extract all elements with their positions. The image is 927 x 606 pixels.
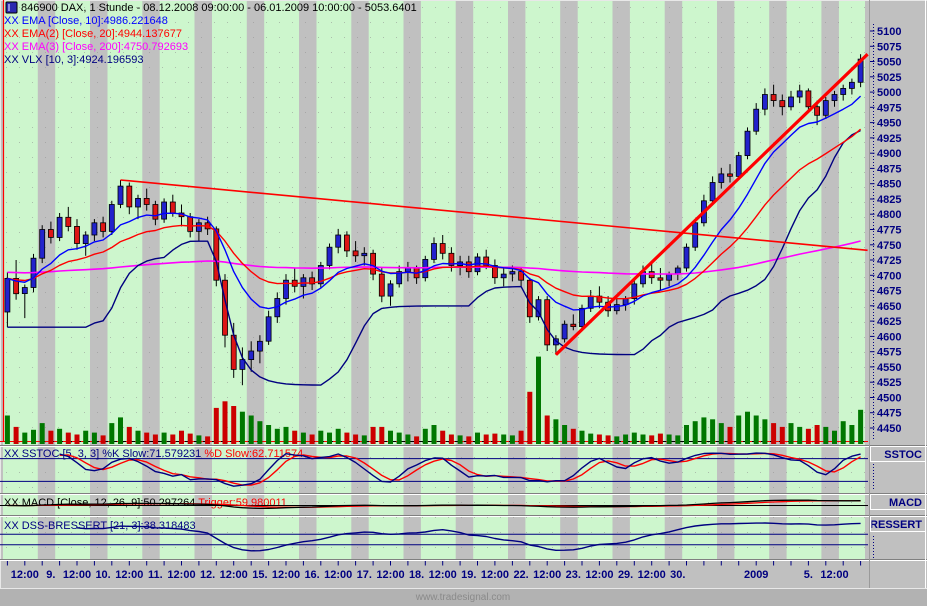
price-tick-label: 4875 [877, 163, 901, 175]
watermark-text: www.tradesignal.com [415, 592, 510, 603]
price-tick-label: 4800 [877, 209, 901, 221]
time-tick-label: 22. [513, 569, 528, 581]
price-tick-label: 4475 [877, 408, 901, 420]
time-tick-label: 12:00 [63, 569, 91, 581]
panel-tab-macd-label: MACD [889, 497, 922, 509]
time-tick-label: 12:00 [820, 569, 848, 581]
price-tick-label: 4725 [877, 255, 901, 267]
panel-tab-sstoc[interactable]: SSTOC [871, 447, 926, 462]
time-tick-label: 12:00 [429, 569, 457, 581]
macd-plot-area[interactable] [0, 495, 869, 515]
price-tick-label: 5050 [877, 57, 901, 69]
time-tick-label: 12:00 [585, 569, 613, 581]
price-tick-label: 4650 [877, 301, 901, 313]
tradesignal-chart-window: 846900 DAX, 1 Stunde - 08.12.2008 09:00:… [0, 0, 927, 606]
price-tick-label: 5025 [877, 72, 901, 84]
time-tick-label: 12:00 [220, 569, 248, 581]
time-tick-label: 12:00 [11, 569, 39, 581]
time-tick-label: 10. [95, 569, 110, 581]
price-tick-label: 4450 [877, 423, 901, 435]
time-tick-label: 29. [618, 569, 633, 581]
time-tick-label: 12:00 [324, 569, 352, 581]
panel-tab-macd[interactable]: MACD [871, 495, 926, 510]
time-tick-label: 12:00 [533, 569, 561, 581]
chart-window-icon [6, 2, 17, 13]
panel-tab-sstoc-label: SSTOC [884, 449, 922, 461]
price-tick-label: 4825 [877, 194, 901, 206]
time-tick-label: 5. [804, 569, 813, 581]
chart-title: 846900 DAX, 1 Stunde - 08.12.2008 09:00:… [21, 2, 417, 14]
time-tick-label: 19. [461, 569, 476, 581]
time-tick-label: 12. [200, 569, 215, 581]
time-tick-label: 12:00 [115, 569, 143, 581]
time-tick-label: 17. [357, 569, 372, 581]
time-tick-label: 12:00 [376, 569, 404, 581]
price-tick-label: 4550 [877, 362, 901, 374]
price-tick-label: 4500 [877, 393, 901, 405]
time-tick-label: 15. [252, 569, 267, 581]
time-tick-label: 11. [148, 569, 163, 581]
price-tick-label: 4850 [877, 179, 901, 191]
time-tick-label: 12:00 [167, 569, 195, 581]
price-tick-label: 4525 [877, 377, 901, 389]
price-tick-label: 4925 [877, 133, 901, 145]
price-tick-label: 4950 [877, 118, 901, 130]
price-tick-label: 5100 [877, 26, 901, 38]
chart-title-row: 846900 DAX, 1 Stunde - 08.12.2008 09:00:… [6, 2, 417, 14]
chart-canvas: 846900 DAX, 1 Stunde - 08.12.2008 09:00:… [0, 0, 927, 606]
price-tick-label: 4975 [877, 102, 901, 114]
time-tick-label: 23. [566, 569, 581, 581]
price-tick-label: 4625 [877, 316, 901, 328]
dss-plot-area[interactable] [0, 517, 869, 559]
price-tick-label: 4750 [877, 240, 901, 252]
time-tick-label: 16. [304, 569, 319, 581]
time-tick-label: 2009 [744, 569, 768, 581]
main-plot-area[interactable] [0, 14, 869, 445]
price-tick-label: 4775 [877, 225, 901, 237]
price-tick-label: 4900 [877, 148, 901, 160]
time-tick-label: 12:00 [272, 569, 300, 581]
price-tick-label: 4675 [877, 286, 901, 298]
time-tick-label: 12:00 [481, 569, 509, 581]
sstoc-plot-area[interactable] [0, 447, 869, 493]
price-tick-label: 5000 [877, 87, 901, 99]
price-tick-label: 4575 [877, 347, 901, 359]
price-tick-label: 4700 [877, 270, 901, 282]
time-tick-label: 9. [46, 569, 55, 581]
time-tick-label: 12:00 [638, 569, 666, 581]
time-tick-label: 18. [409, 569, 424, 581]
watermark-bar: www.tradesignal.com [0, 589, 927, 606]
price-tick-label: 4600 [877, 331, 901, 343]
time-tick-label: 30. [670, 569, 685, 581]
price-tick-label: 5075 [877, 41, 901, 53]
